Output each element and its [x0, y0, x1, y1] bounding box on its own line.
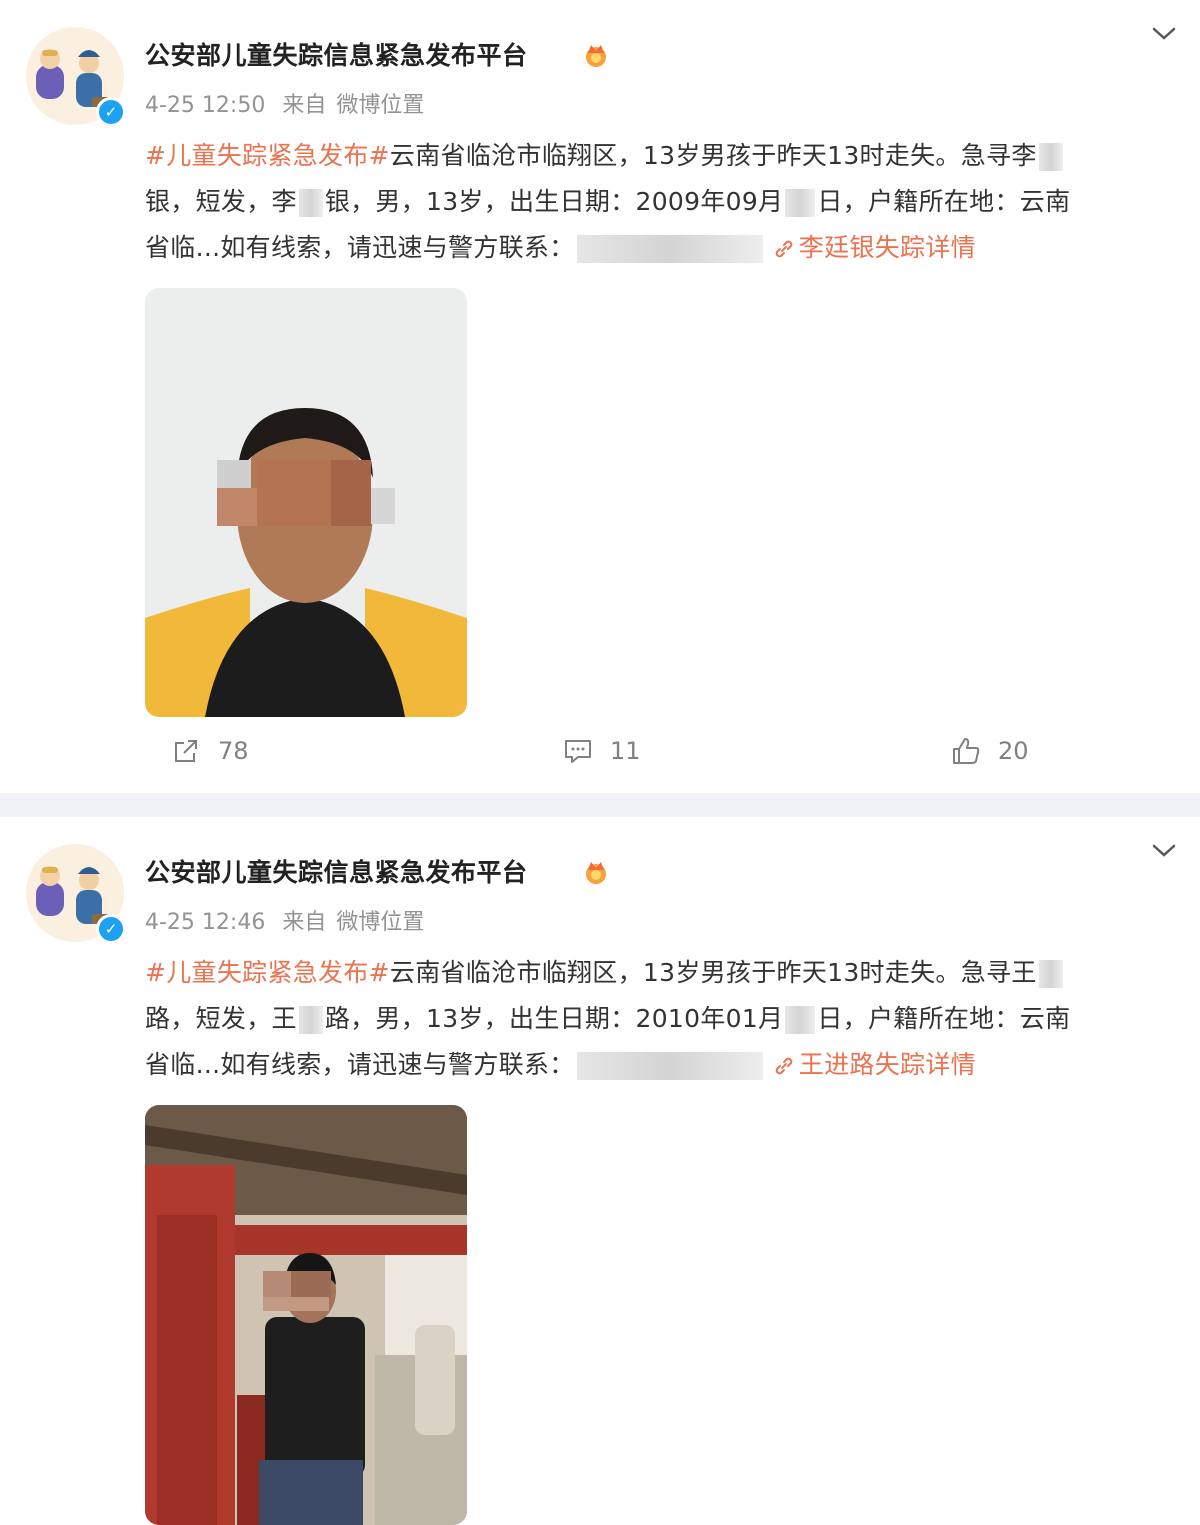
crown-icon	[586, 45, 606, 67]
content-text: 云南省临沧市临翔区，13岁男孩于昨天13时走失。急寻李	[389, 141, 1037, 170]
redacted-text	[785, 189, 816, 217]
post-actions: 78 11 20	[0, 735, 1200, 775]
content-text: 路，男，13岁，出生日期：2010年01月	[324, 1004, 784, 1033]
child-photo	[145, 288, 467, 717]
post-content: #儿童失踪紧急发布#云南省临沧市临翔区，13岁男孩于昨天13时走失。急寻李 银，…	[145, 133, 1185, 271]
verified-icon: ✓	[96, 97, 126, 127]
weibo-post: ✓ 公安部儿童失踪信息紧急发布平台 4-25 12:50 来自 微博位置 #儿童失…	[0, 0, 1200, 793]
post-meta: 4-25 12:50 来自 微博位置	[145, 87, 434, 119]
hashtag-link[interactable]: #儿童失踪紧急发布#	[145, 958, 390, 987]
content-text: 日，户籍所在地：云南	[817, 187, 1071, 216]
content-text: 银，男，13岁，出生日期：2009年09月	[324, 187, 784, 216]
post-source-label: 来自	[282, 910, 327, 935]
post-content: #儿童失踪紧急发布#云南省临沧市临翔区，13岁男孩于昨天13时走失。急寻王 路，…	[145, 950, 1185, 1088]
comment-icon	[565, 740, 591, 763]
post-location[interactable]: 微博位置	[336, 910, 424, 935]
detail-link-label: 李廷银失踪详情	[798, 233, 976, 262]
content-text: 路，短发，王	[145, 1004, 297, 1033]
comment-count: 11	[610, 737, 641, 765]
comment-button[interactable]: 11	[562, 735, 641, 767]
redacted-text	[785, 1006, 816, 1034]
username[interactable]: 公安部儿童失踪信息紧急发布平台	[145, 853, 528, 889]
post-time[interactable]: 4-25 12:46	[145, 910, 265, 935]
detail-link[interactable]: 王进路失踪详情	[773, 1050, 976, 1079]
share-icon	[175, 740, 197, 762]
like-count: 20	[998, 737, 1029, 765]
redacted-text	[298, 1006, 323, 1034]
detail-link[interactable]: 李廷银失踪详情	[773, 233, 976, 262]
repost-count: 78	[218, 737, 249, 765]
redacted-text	[298, 189, 323, 217]
post-separator	[0, 793, 1200, 817]
content-text: 省临...如有线索，请迅速与警方联系：	[145, 233, 575, 262]
post-source-label: 来自	[282, 93, 327, 118]
username[interactable]: 公安部儿童失踪信息紧急发布平台	[145, 36, 528, 72]
content-text: 银，短发，李	[145, 187, 297, 216]
thumbs-up-icon	[953, 738, 980, 764]
repost-button[interactable]: 78	[170, 735, 249, 767]
crown-icon	[586, 862, 606, 884]
redacted-text	[1038, 143, 1063, 171]
redacted-phone	[576, 1052, 763, 1080]
like-button[interactable]: 20	[950, 735, 1029, 767]
post-location[interactable]: 微博位置	[336, 93, 424, 118]
link-icon	[775, 240, 793, 258]
detail-link-label: 王进路失踪详情	[798, 1050, 976, 1079]
content-text: 云南省临沧市临翔区，13岁男孩于昨天13时走失。急寻王	[389, 958, 1037, 987]
content-text: 省临...如有线索，请迅速与警方联系：	[145, 1050, 575, 1079]
chevron-down-icon[interactable]	[1150, 839, 1178, 861]
weibo-post: ✓ 公安部儿童失踪信息紧急发布平台 4-25 12:46 来自 微博位置 #儿童失…	[0, 817, 1200, 1525]
child-photo	[145, 1105, 467, 1525]
post-meta: 4-25 12:46 来自 微博位置	[145, 904, 434, 936]
verified-icon: ✓	[96, 914, 126, 944]
redacted-phone	[576, 235, 763, 263]
post-photo[interactable]	[145, 288, 467, 717]
post-photo[interactable]	[145, 1105, 467, 1525]
link-icon	[775, 1057, 793, 1075]
redacted-text	[1038, 960, 1063, 988]
content-text: 日，户籍所在地：云南	[817, 1004, 1071, 1033]
post-time[interactable]: 4-25 12:50	[145, 93, 265, 118]
hashtag-link[interactable]: #儿童失踪紧急发布#	[145, 141, 390, 170]
chevron-down-icon[interactable]	[1150, 22, 1178, 44]
